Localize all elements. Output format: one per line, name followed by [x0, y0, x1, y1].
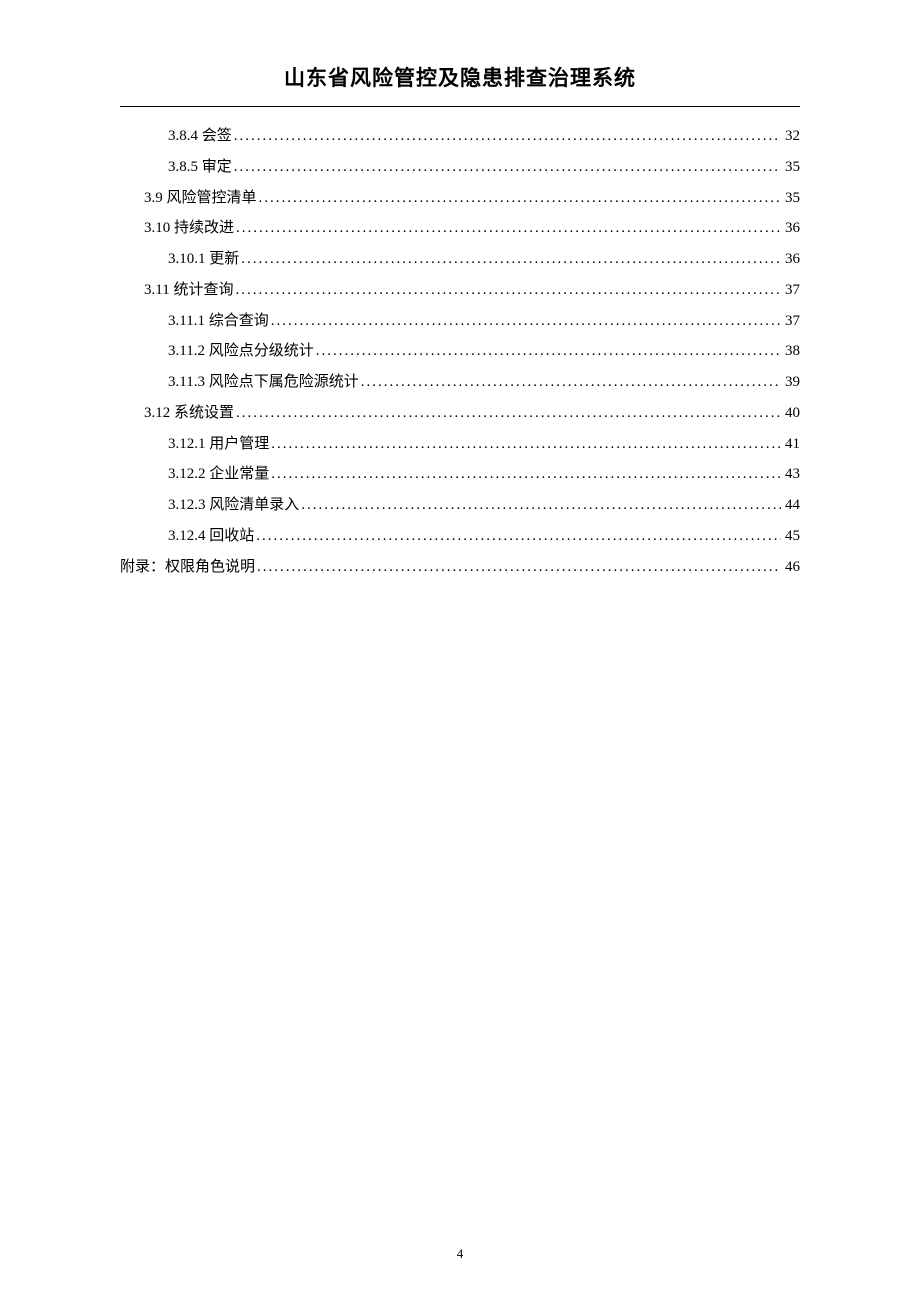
toc-entry[interactable]: 3.12 系统设置 40 — [120, 398, 800, 429]
toc-leader-dots — [269, 306, 781, 337]
table-of-contents: 3.8.4 会签323.8.5 审定353.9 风险管控清单353.10 持续改… — [120, 121, 800, 582]
toc-entry-page: 32 — [781, 121, 800, 152]
toc-entry-page: 36 — [781, 213, 800, 244]
toc-entry-page: 36 — [781, 244, 800, 275]
toc-entry-label: 3.11 统计查询 — [144, 275, 233, 306]
toc-entry-label: 3.12.2 企业常量 — [168, 459, 269, 490]
toc-entry-page: 37 — [781, 275, 800, 306]
toc-entry-label: 3.12.1 用户管理 — [168, 429, 269, 460]
toc-leader-dots — [232, 152, 781, 183]
toc-entry-label: 3.8.5 审定 — [168, 152, 232, 183]
toc-entry-label: 3.11.3 风险点下属危险源统计 — [168, 367, 359, 398]
toc-entry-label: 3.12.3 风险清单录入 — [168, 490, 299, 521]
toc-leader-dots — [299, 490, 781, 521]
toc-entry-page: 41 — [781, 429, 800, 460]
toc-leader-dots — [254, 521, 781, 552]
toc-entry-label: 3.10 持续改进 — [144, 213, 234, 244]
toc-entry-page: 37 — [781, 306, 800, 337]
toc-entry[interactable]: 3.12.1 用户管理 41 — [120, 429, 800, 460]
toc-leader-dots — [255, 552, 781, 583]
toc-entry[interactable]: 3.11 统计查询 37 — [120, 275, 800, 306]
page-number: 4 — [0, 1246, 920, 1262]
toc-entry-page: 43 — [781, 459, 800, 490]
toc-leader-dots — [232, 121, 781, 152]
toc-entry-label: 3.10.1 更新 — [168, 244, 239, 275]
toc-leader-dots — [233, 275, 781, 306]
toc-entry[interactable]: 3.8.4 会签 32 — [120, 121, 800, 152]
toc-entry-page: 35 — [781, 183, 800, 214]
toc-entry[interactable]: 3.11.1 综合查询 37 — [120, 306, 800, 337]
toc-entry[interactable]: 3.8.5 审定 35 — [120, 152, 800, 183]
toc-entry-page: 38 — [781, 336, 800, 367]
toc-leader-dots — [257, 183, 781, 214]
toc-entry-label: 3.12.4 回收站 — [168, 521, 254, 552]
toc-leader-dots — [234, 398, 781, 429]
toc-entry[interactable]: 3.10 持续改进 36 — [120, 213, 800, 244]
title-underline — [120, 106, 800, 107]
toc-entry[interactable]: 3.11.3 风险点下属危险源统计 39 — [120, 367, 800, 398]
toc-entry-label: 附录：权限角色说明 — [120, 552, 255, 583]
toc-leader-dots — [239, 244, 781, 275]
toc-entry-page: 35 — [781, 152, 800, 183]
toc-leader-dots — [234, 213, 781, 244]
toc-entry[interactable]: 3.9 风险管控清单 35 — [120, 183, 800, 214]
toc-entry-label: 3.8.4 会签 — [168, 121, 232, 152]
toc-entry[interactable]: 3.12.2 企业常量 43 — [120, 459, 800, 490]
toc-entry-page: 40 — [781, 398, 800, 429]
toc-entry-page: 45 — [781, 521, 800, 552]
toc-entry[interactable]: 3.12.3 风险清单录入 44 — [120, 490, 800, 521]
toc-entry[interactable]: 3.10.1 更新 36 — [120, 244, 800, 275]
toc-entry[interactable]: 3.12.4 回收站 45 — [120, 521, 800, 552]
document-page: 山东省风险管控及隐患排查治理系统 3.8.4 会签323.8.5 审定353.9… — [0, 0, 920, 582]
toc-entry[interactable]: 3.11.2 风险点分级统计 38 — [120, 336, 800, 367]
toc-entry-label: 3.11.2 风险点分级统计 — [168, 336, 314, 367]
toc-entry-label: 3.9 风险管控清单 — [144, 183, 257, 214]
toc-entry-label: 3.12 系统设置 — [144, 398, 234, 429]
toc-entry[interactable]: 附录：权限角色说明 46 — [120, 552, 800, 583]
toc-leader-dots — [269, 459, 781, 490]
toc-entry-page: 46 — [781, 552, 800, 583]
toc-leader-dots — [314, 336, 781, 367]
toc-leader-dots — [359, 367, 781, 398]
toc-leader-dots — [269, 429, 781, 460]
document-title: 山东省风险管控及隐患排查治理系统 — [120, 62, 800, 92]
toc-entry-page: 39 — [781, 367, 800, 398]
toc-entry-page: 44 — [781, 490, 800, 521]
toc-entry-label: 3.11.1 综合查询 — [168, 306, 269, 337]
